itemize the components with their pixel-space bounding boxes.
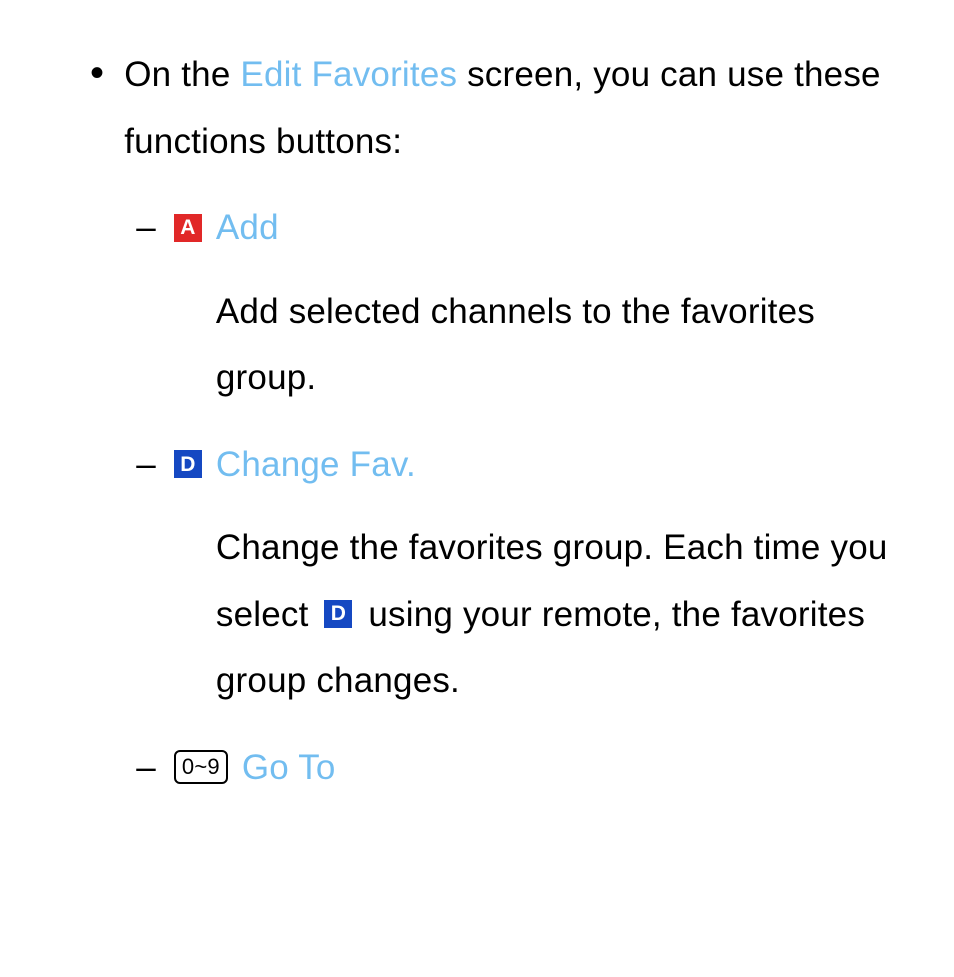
- sublist-item-goto: – 0~9 Go To: [124, 745, 894, 791]
- sub-marker: –: [136, 745, 156, 791]
- bullet-body: On the Edit Favorites screen, you can us…: [124, 42, 894, 790]
- sub-marker: –: [136, 205, 156, 251]
- sublist-item-change-fav: – D Change Fav. Change the favorites gro…: [124, 442, 894, 715]
- bullet-marker: •: [90, 42, 104, 104]
- remote-key-d-icon: D: [174, 450, 202, 478]
- sub-description: Add selected channels to the favorites g…: [216, 279, 894, 412]
- sub-heading: D Change Fav.: [174, 442, 894, 488]
- remote-key-d-inline-icon: D: [324, 600, 352, 628]
- sub-body: D Change Fav. Change the favorites group…: [174, 442, 894, 715]
- sub-description: Change the favorites group. Each time yo…: [216, 515, 894, 715]
- sub-marker: –: [136, 442, 156, 488]
- sub-title: Change Fav.: [216, 442, 416, 488]
- sub-body: A Add Add selected channels to the favor…: [174, 205, 894, 412]
- sub-body: 0~9 Go To: [174, 745, 894, 791]
- sub-title: Add: [216, 205, 279, 251]
- sublist-item-add: – A Add Add selected channels to the fav…: [124, 205, 894, 412]
- sub-heading: 0~9 Go To: [174, 745, 894, 791]
- bullet-item: • On the Edit Favorites screen, you can …: [60, 42, 894, 790]
- sub-heading: A Add: [174, 205, 894, 251]
- remote-key-a-icon: A: [174, 214, 202, 242]
- intro-link: Edit Favorites: [240, 55, 457, 94]
- manual-page: • On the Edit Favorites screen, you can …: [0, 0, 954, 790]
- intro-text-pre: On the: [124, 55, 240, 94]
- remote-key-num-icon: 0~9: [174, 750, 228, 784]
- sub-title: Go To: [242, 745, 336, 791]
